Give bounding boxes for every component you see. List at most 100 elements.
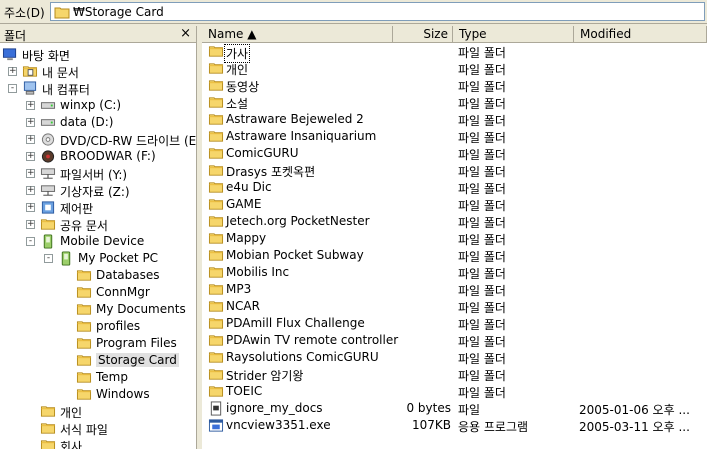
tree-item-label: data (D:) bbox=[60, 115, 114, 129]
column-header-size[interactable]: Size bbox=[393, 26, 453, 43]
tree-item-label: 바탕 화면 bbox=[22, 49, 70, 63]
folder-icon bbox=[54, 7, 70, 19]
file-size: 0 bytes bbox=[406, 401, 451, 415]
column-header-type[interactable]: Type bbox=[453, 26, 574, 43]
file-name: Astraware Bejeweled 2 bbox=[226, 112, 364, 126]
file-row[interactable]: Drasys 포켓옥편 파일 폴더 bbox=[202, 162, 707, 179]
file-list-pane: Name ▲ Size Type Modified 가사 파일 폴더 개인 파일 폴더… bbox=[202, 26, 707, 449]
file-name: Mappy bbox=[226, 231, 267, 245]
folder-icon bbox=[40, 421, 56, 439]
file-row[interactable]: 동영상 파일 폴더 bbox=[202, 77, 707, 94]
collapse-icon[interactable]: - bbox=[8, 84, 17, 93]
file-type: 파일 폴더 bbox=[458, 63, 506, 77]
file-row[interactable]: GAME 파일 폴더 bbox=[202, 196, 707, 213]
file-row[interactable]: 가사 파일 폴더 bbox=[202, 43, 707, 63]
network-drive-icon bbox=[40, 166, 56, 184]
expand-icon[interactable]: + bbox=[26, 203, 35, 212]
file-type: 파일 bbox=[458, 403, 481, 417]
file-type: 파일 폴더 bbox=[458, 352, 506, 366]
file-type: 파일 폴더 bbox=[458, 369, 506, 383]
file-type: 파일 폴더 bbox=[458, 216, 506, 230]
column-header-name[interactable]: Name ▲ bbox=[202, 26, 393, 43]
file-row[interactable]: PDAwin TV remote controller 파일 폴더 bbox=[202, 332, 707, 349]
tree-item-label: 회사 bbox=[60, 440, 83, 449]
expand-icon[interactable]: + bbox=[26, 118, 35, 127]
expand-icon[interactable]: + bbox=[8, 67, 17, 76]
file-name: MP3 bbox=[226, 282, 252, 296]
file-modified: 2005-03-11 오후 ... bbox=[579, 420, 690, 434]
file-type: 파일 폴더 bbox=[458, 182, 506, 196]
file-row[interactable]: MP3 파일 폴더 bbox=[202, 281, 707, 298]
file-row[interactable]: ComicGURU 파일 폴더 bbox=[202, 145, 707, 162]
folder-icon bbox=[76, 285, 92, 303]
file-name: TOEIC bbox=[226, 384, 263, 398]
file-name: Raysolutions ComicGURU bbox=[226, 350, 379, 364]
file-row[interactable]: Astraware Bejeweled 2 파일 폴더 bbox=[202, 111, 707, 128]
file-name: 개인 bbox=[226, 63, 249, 77]
expand-icon[interactable]: + bbox=[26, 152, 35, 161]
file-row[interactable]: Strider 암기왕 파일 폴더 bbox=[202, 366, 707, 383]
mobile-device-icon bbox=[40, 234, 56, 252]
tree-item-label: 공유 문서 bbox=[60, 219, 108, 233]
tree-item-label: Mobile Device bbox=[60, 234, 145, 248]
file-row[interactable]: Mobian Pocket Subway 파일 폴더 bbox=[202, 247, 707, 264]
file-row[interactable]: NCAR 파일 폴더 bbox=[202, 298, 707, 315]
tree-item-label: profiles bbox=[96, 319, 141, 333]
folder-icon bbox=[76, 319, 92, 337]
file-name: PDAwin TV remote controller bbox=[226, 333, 399, 347]
file-name: Astraware Insaniquarium bbox=[226, 129, 377, 143]
file-row[interactable]: Mobilis Inc 파일 폴더 bbox=[202, 264, 707, 281]
expand-icon[interactable]: + bbox=[26, 135, 35, 144]
file-name: e4u Dic bbox=[226, 180, 272, 194]
expand-icon[interactable]: + bbox=[26, 186, 35, 195]
file-type: 파일 폴더 bbox=[458, 80, 506, 94]
expand-icon[interactable]: + bbox=[26, 101, 35, 110]
tree-item-label: 내 문서 bbox=[42, 66, 79, 80]
file-row[interactable]: ignore_my_docs 0 bytes 파일 2005-01-06 오후 ... bbox=[202, 400, 707, 417]
network-drive-icon bbox=[40, 183, 56, 201]
cd-drive-icon bbox=[40, 132, 56, 150]
file-type: 파일 폴더 bbox=[458, 114, 506, 128]
file-row[interactable]: vncview3351.exe 107KB 응용 프로그램 2005-03-11 오후… bbox=[202, 417, 707, 434]
column-header-modified[interactable]: Modified bbox=[574, 26, 707, 43]
tree-item-label: 개인 bbox=[60, 406, 83, 420]
file-type: 파일 폴더 bbox=[458, 301, 506, 315]
folder-icon bbox=[76, 268, 92, 286]
file-row[interactable]: 개인 파일 폴더 bbox=[202, 60, 707, 77]
collapse-icon[interactable]: - bbox=[44, 254, 53, 263]
file-row[interactable]: TOEIC 파일 폴더 bbox=[202, 383, 707, 400]
pocket-pc-icon bbox=[58, 251, 74, 269]
collapse-icon[interactable]: - bbox=[26, 237, 35, 246]
file-row[interactable]: Mappy 파일 폴더 bbox=[202, 230, 707, 247]
file-row[interactable]: e4u Dic 파일 폴더 bbox=[202, 179, 707, 196]
folders-pane-title: 폴더 bbox=[4, 29, 27, 43]
file-modified: 2005-01-06 오후 ... bbox=[579, 403, 690, 417]
tree-item-label: Storage Card bbox=[96, 353, 179, 367]
close-icon[interactable]: × bbox=[180, 26, 191, 41]
folders-pane-header: 폴더 × bbox=[0, 26, 196, 43]
expand-icon[interactable]: + bbox=[26, 220, 35, 229]
file-type: 파일 폴더 bbox=[458, 267, 506, 281]
file-name: Strider 암기왕 bbox=[226, 369, 304, 383]
file-type: 응용 프로그램 bbox=[458, 420, 529, 434]
folders-pane: 폴더 × 바탕 화면 + 내 문서 - 내 컴퓨터 + winxp (C:) + data (D… bbox=[0, 26, 197, 449]
file-row[interactable]: 소설 파일 폴더 bbox=[202, 94, 707, 111]
file-row[interactable]: Astraware Insaniquarium 파일 폴더 bbox=[202, 128, 707, 145]
address-input[interactable]: ₩Storage Card bbox=[50, 2, 705, 21]
tree-item-label: My Pocket PC bbox=[78, 251, 159, 265]
folder-icon bbox=[76, 302, 92, 320]
file-name: 소설 bbox=[226, 97, 249, 111]
tree-item-label: 기상자료 (Z:) bbox=[60, 185, 130, 199]
file-row[interactable]: Raysolutions ComicGURU 파일 폴더 bbox=[202, 349, 707, 366]
file-row[interactable]: Jetech.org PocketNester 파일 폴더 bbox=[202, 213, 707, 230]
file-name: GAME bbox=[226, 197, 262, 211]
file-name: Jetech.org PocketNester bbox=[226, 214, 370, 228]
tree-item-label: 제어판 bbox=[60, 202, 94, 216]
expand-icon[interactable]: + bbox=[26, 169, 35, 178]
address-bar: 주소(D) ₩Storage Card bbox=[0, 0, 707, 24]
file-name: Drasys 포켓옥편 bbox=[226, 165, 316, 179]
address-label: 주소(D) bbox=[4, 6, 45, 20]
tree-item-label: 파일서버 (Y:) bbox=[60, 168, 128, 182]
file-row[interactable]: PDAmill Flux Challenge 파일 폴더 bbox=[202, 315, 707, 332]
file-name: PDAmill Flux Challenge bbox=[226, 316, 365, 330]
